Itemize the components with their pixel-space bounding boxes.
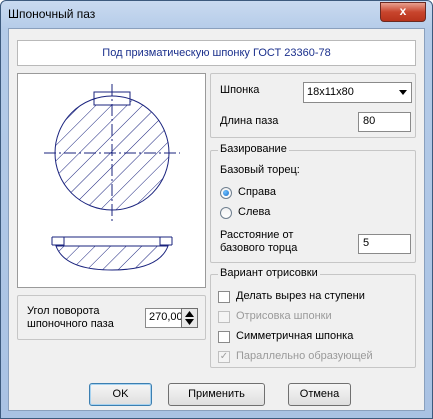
radio-left[interactable] [220,207,232,219]
close-button[interactable]: x [380,2,426,22]
option-checkbox-step-cut[interactable] [218,291,230,303]
key-panel: Шпонка 18x11x80 Длина паза 80 [210,73,416,138]
radio-right[interactable] [220,187,232,199]
close-icon: x [399,4,407,18]
distance-input[interactable]: 5 [358,234,411,254]
drawing-options-legend: Вариант отрисовки [218,267,320,279]
option-label-draw-key: Отрисовка шпонки [236,310,332,322]
option-label-symmetric: Симметричная шпонка [236,330,354,342]
window-title: Шпоночный паз [8,7,96,21]
key-select-value: 18x11x80 [307,86,354,98]
checkmark-icon: ✓ [219,351,229,362]
length-label: Длина паза [220,115,279,127]
ok-button[interactable]: OK [89,383,152,406]
rotation-spinner[interactable] [181,308,198,328]
option-checkbox-parallel[interactable]: ✓ [218,351,230,363]
drawing-options-group: Вариант отрисовки Делать вырез на ступен… [210,267,416,368]
option-label-step-cut: Делать вырез на ступени [236,290,365,302]
keyway-drawing [44,84,180,271]
chevron-down-icon [399,90,407,95]
basing-legend: Базирование [218,143,289,155]
apply-button[interactable]: Применить [168,383,265,406]
radio-left-label: Слева [238,206,271,218]
length-input[interactable]: 80 [358,112,411,132]
rotation-panel: Угол поворота шпоночного паза 270,00 [17,295,206,340]
standard-header: Под призматическую шпонку ГОСТ 23360-78 [17,40,416,66]
basing-group: Базирование Базовый торец: Справа Слева … [210,143,416,263]
spin-arrows-icon [185,311,194,325]
option-label-parallel: Параллельно образующей [236,350,373,362]
dialog-client: Под призматическую шпонку ГОСТ 23360-78 [8,28,425,411]
distance-label: Расстояние от базового торца [220,229,298,254]
option-checkbox-symmetric[interactable] [218,331,230,343]
rotation-label: Угол поворота шпоночного паза [27,305,114,330]
key-select[interactable]: 18x11x80 [303,82,412,103]
option-checkbox-draw-key[interactable] [218,311,230,323]
dialog-window: Шпоночный паз x Под призматическую шпонк… [0,0,433,419]
key-label: Шпонка [220,84,260,96]
keyway-preview [17,73,206,288]
lower-section-hatch [55,245,169,271]
cancel-button[interactable]: Отмена [288,383,351,406]
base-face-label: Базовый торец: [220,164,300,176]
radio-right-label: Справа [238,186,276,198]
